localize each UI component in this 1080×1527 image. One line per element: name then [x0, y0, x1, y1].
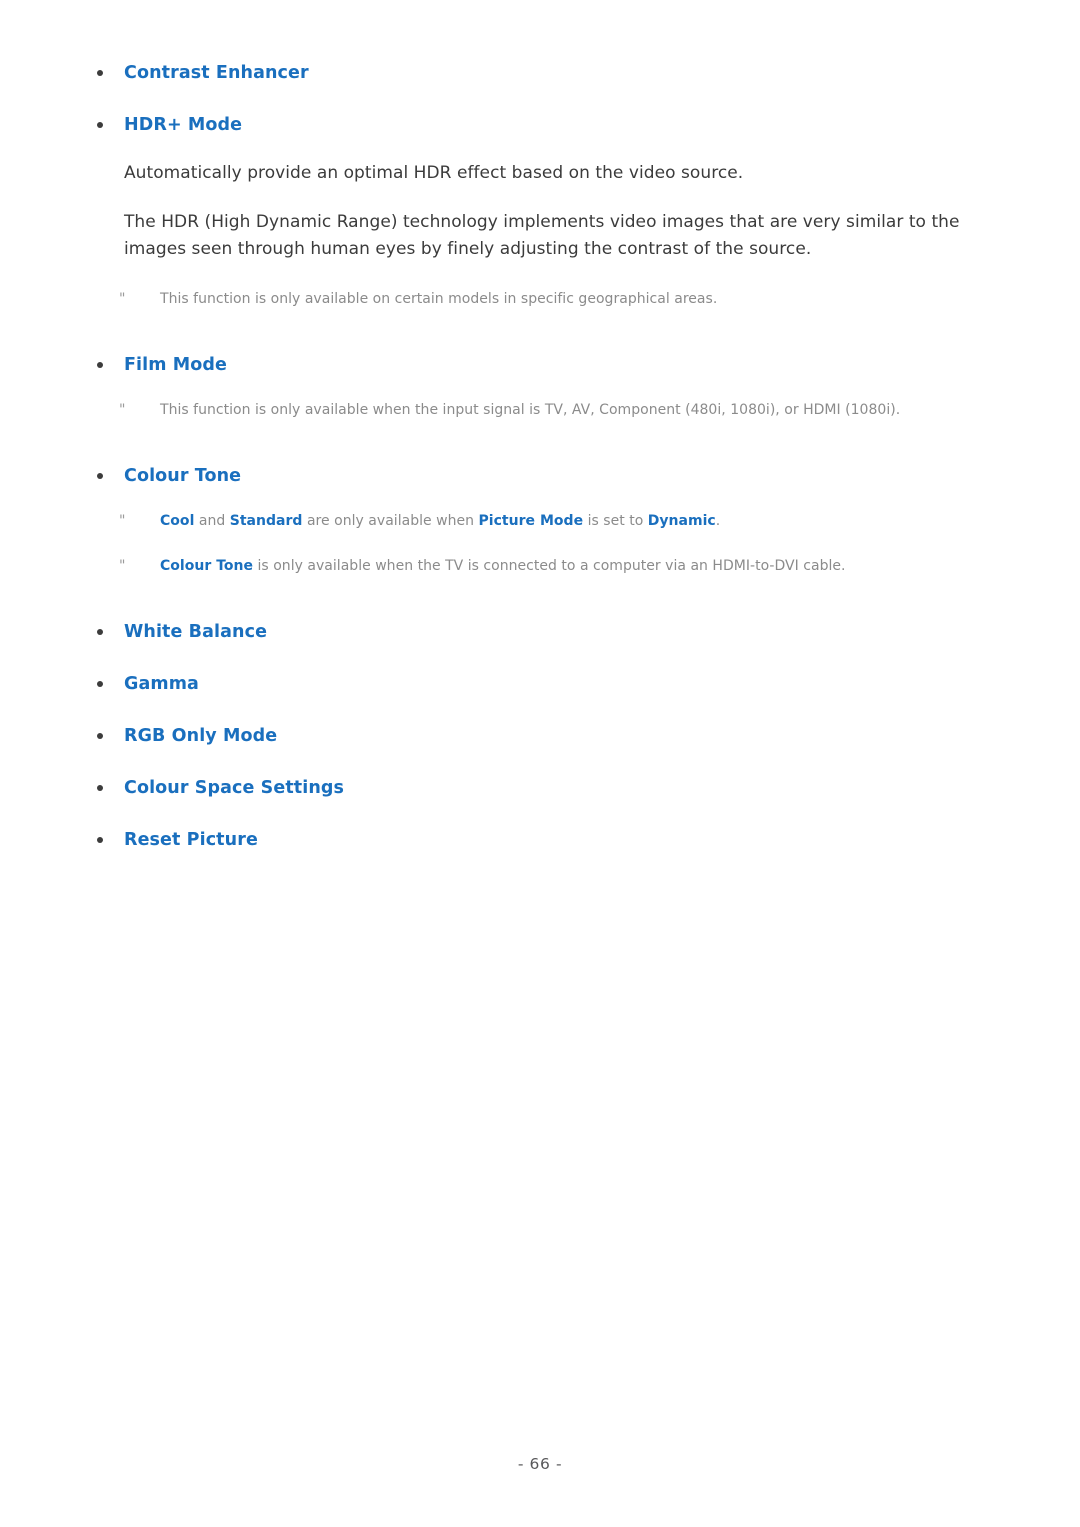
page-number-footer: - 66 -: [517, 1455, 563, 1473]
bullet-dot-icon: [97, 362, 103, 368]
link-reset-picture[interactable]: Reset Picture: [124, 829, 258, 851]
list-item-hdr-plus-mode[interactable]: HDR+ Mode: [92, 114, 1004, 136]
list-item-contrast-enhancer[interactable]: Contrast Enhancer: [92, 62, 1004, 84]
note-film-mode-availability: " This function is only available when t…: [92, 400, 1004, 421]
note-text-segment: are only available when: [302, 513, 479, 529]
link-gamma[interactable]: Gamma: [124, 673, 199, 695]
note-quote-icon: ": [119, 558, 126, 574]
bullet-dot-icon: [97, 837, 103, 843]
bullet-dot-icon: [97, 785, 103, 791]
link-hdr-plus-mode[interactable]: HDR+ Mode: [124, 114, 242, 136]
bullet-dot-icon: [97, 681, 103, 687]
note-text: This function is only available on certa…: [160, 291, 718, 307]
note-text: This function is only available when the…: [160, 402, 901, 418]
link-colour-space-settings[interactable]: Colour Space Settings: [124, 777, 344, 799]
paragraph-hdr-explanation: The HDR (High Dynamic Range) technology …: [124, 212, 960, 259]
note-text-segment: and: [194, 513, 230, 529]
term-picture-mode: Picture Mode: [478, 513, 584, 529]
link-rgb-only-mode[interactable]: RGB Only Mode: [124, 725, 277, 747]
link-contrast-enhancer[interactable]: Contrast Enhancer: [124, 62, 309, 84]
list-item-gamma[interactable]: Gamma: [92, 673, 1004, 695]
bullet-dot-icon: [97, 70, 103, 76]
bullet-dot-icon: [97, 629, 103, 635]
note-text-segment: is set to: [583, 513, 648, 529]
note-quote-icon: ": [119, 402, 126, 418]
note-text-segment: .: [715, 513, 721, 529]
manual-page: Contrast Enhancer HDR+ Mode Automaticall…: [0, 0, 1080, 1527]
term-cool: Cool: [160, 513, 195, 529]
list-item-colour-space-settings[interactable]: Colour Space Settings: [92, 777, 1004, 799]
note-quote-icon: ": [119, 513, 126, 529]
list-item-reset-picture[interactable]: Reset Picture: [92, 829, 1004, 851]
link-colour-tone[interactable]: Colour Tone: [124, 465, 241, 487]
link-white-balance[interactable]: White Balance: [124, 621, 267, 643]
list-item-film-mode[interactable]: Film Mode: [92, 354, 1004, 376]
list-item-colour-tone[interactable]: Colour Tone: [92, 465, 1004, 487]
note-colour-tone-dynamic: " Cool and Standard are only available w…: [92, 511, 1004, 532]
term-standard: Standard: [229, 513, 303, 529]
term-dynamic: Dynamic: [647, 513, 716, 529]
list-item-rgb-only-mode[interactable]: RGB Only Mode: [92, 725, 1004, 747]
bullet-dot-icon: [97, 733, 103, 739]
page-content: Contrast Enhancer HDR+ Mode Automaticall…: [92, 62, 1004, 881]
link-film-mode[interactable]: Film Mode: [124, 354, 227, 376]
note-hdr-availability: " This function is only available on cer…: [92, 289, 1004, 310]
bullet-dot-icon: [97, 122, 103, 128]
note-text-segment: is only available when the TV is connect…: [253, 558, 846, 574]
note-quote-icon: ": [119, 291, 126, 307]
bullet-dot-icon: [97, 473, 103, 479]
list-item-white-balance[interactable]: White Balance: [92, 621, 1004, 643]
note-colour-tone-hdmi-dvi: " Colour Tone is only available when the…: [92, 556, 1004, 577]
term-colour-tone: Colour Tone: [160, 558, 254, 574]
paragraph-hdr-plus-intro: Automatically provide an optimal HDR eff…: [124, 163, 744, 183]
